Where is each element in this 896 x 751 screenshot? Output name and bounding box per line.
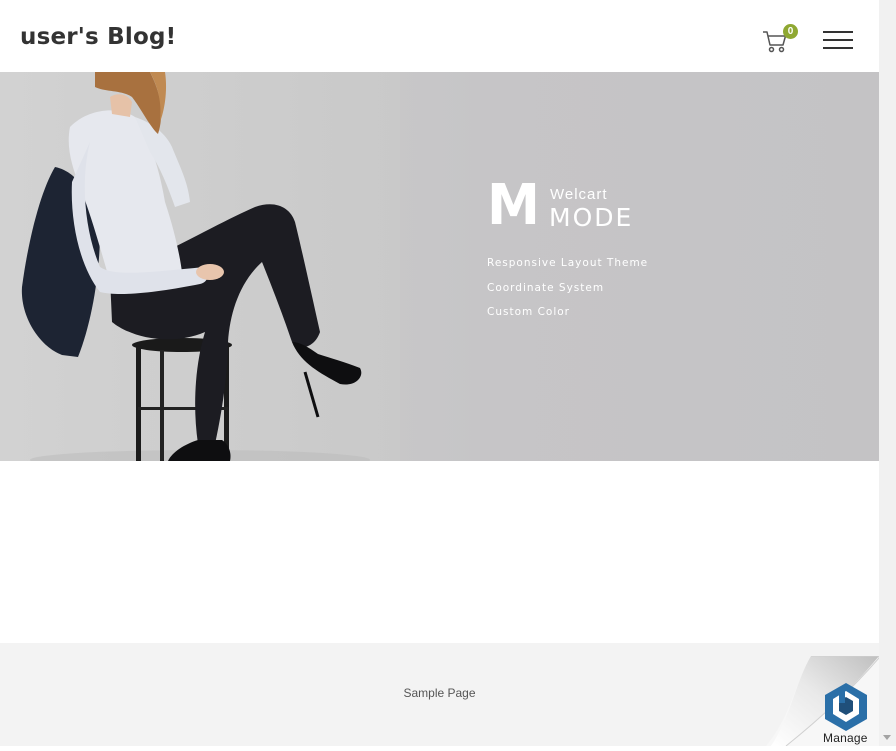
vertical-scrollbar[interactable] <box>879 0 896 746</box>
site-footer: Sample Page <box>0 643 879 746</box>
manage-widget[interactable]: Manage <box>766 655 880 747</box>
feature-list: Responsive Layout Theme Coordinate Syste… <box>487 257 648 331</box>
hexagon-b-logo-icon <box>825 683 867 731</box>
cart-button[interactable]: 0 <box>762 24 798 56</box>
brand-mark: M <box>487 173 540 238</box>
menu-bar-icon <box>823 47 853 49</box>
scroll-down-arrow-icon[interactable] <box>883 735 891 740</box>
menu-bar-icon <box>823 39 853 41</box>
footer-link-sample-page[interactable]: Sample Page <box>0 686 879 700</box>
brand-line-2: MODE <box>549 203 634 232</box>
site-header: user's Blog! 0 <box>0 0 879 72</box>
manage-label: Manage <box>823 731 868 745</box>
menu-bar-icon <box>823 31 853 33</box>
hero-banner[interactable]: M Welcart MODE Responsive Layout Theme C… <box>0 72 879 461</box>
brand-line-1: Welcart <box>550 186 608 203</box>
hero-model-photo <box>0 72 400 461</box>
feature-item: Coordinate System <box>487 281 605 294</box>
feature-item: Responsive Layout Theme <box>487 257 649 269</box>
menu-button[interactable] <box>823 31 854 53</box>
site-title[interactable]: user's Blog! <box>20 24 176 50</box>
feature-item: Custom Color <box>487 306 570 318</box>
page: user's Blog! 0 M Welcart MODE Responsive… <box>0 0 880 747</box>
cart-count-badge: 0 <box>783 24 798 39</box>
